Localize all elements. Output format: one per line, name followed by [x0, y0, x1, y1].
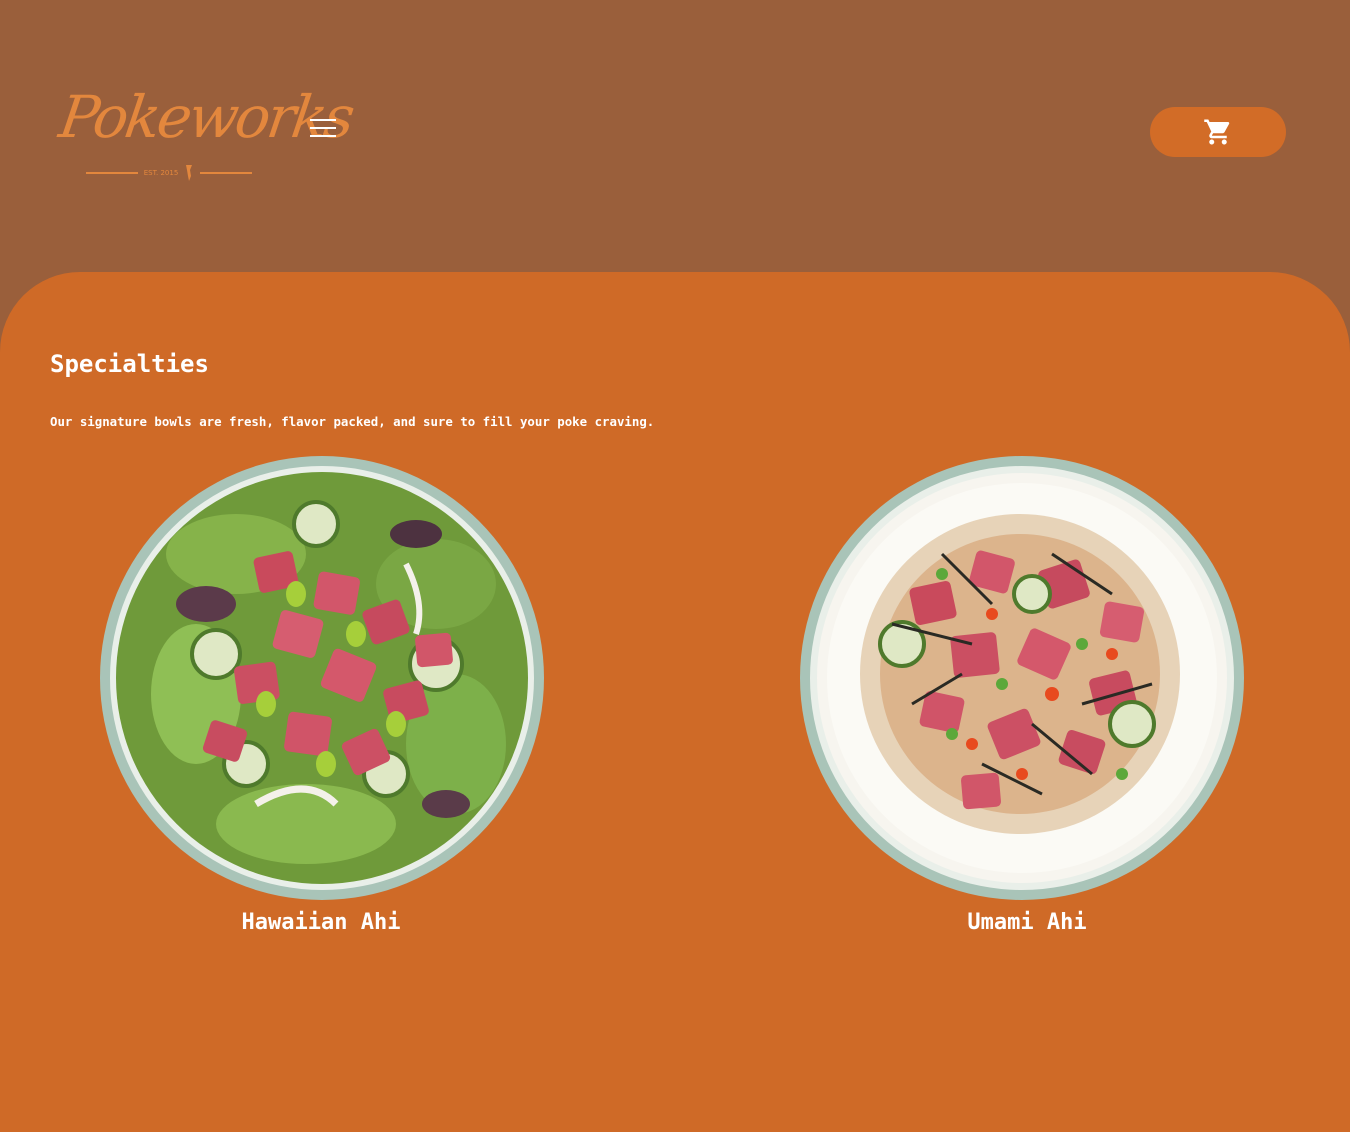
specialty-card-hawaiian-ahi[interactable]: Hawaiian Ahi: [86, 444, 556, 944]
cart-button[interactable]: [1150, 107, 1286, 157]
specialties-section: Specialties Our signature bowls are fres…: [0, 272, 1350, 1132]
logo-wordmark: Pokeworks: [55, 83, 357, 151]
logo-established: EST. 2015: [86, 164, 253, 182]
fish-tail-icon: [186, 165, 193, 181]
specialty-name: Hawaiian Ahi: [241, 910, 401, 935]
specialty-name: Umami Ahi: [967, 910, 1087, 935]
logo-rule-right: [200, 172, 253, 174]
section-title: Specialties: [50, 350, 209, 378]
hawaiian-ahi-bowl-image: [100, 456, 544, 900]
section-subtitle: Our signature bowls are fresh, flavor pa…: [50, 414, 655, 429]
shopping-cart-icon: [1204, 119, 1230, 145]
umami-ahi-bowl-image: [800, 456, 1244, 900]
pokeworks-logo[interactable]: Pokeworks EST. 2015: [55, 72, 356, 192]
hamburger-menu-icon[interactable]: [306, 114, 340, 144]
site-header: Pokeworks EST. 2015: [0, 0, 1350, 272]
specialty-card-umami-ahi[interactable]: Umami Ahi: [792, 444, 1262, 944]
logo-tagline: EST. 2015: [143, 169, 179, 177]
logo-rule-left: [86, 172, 138, 174]
